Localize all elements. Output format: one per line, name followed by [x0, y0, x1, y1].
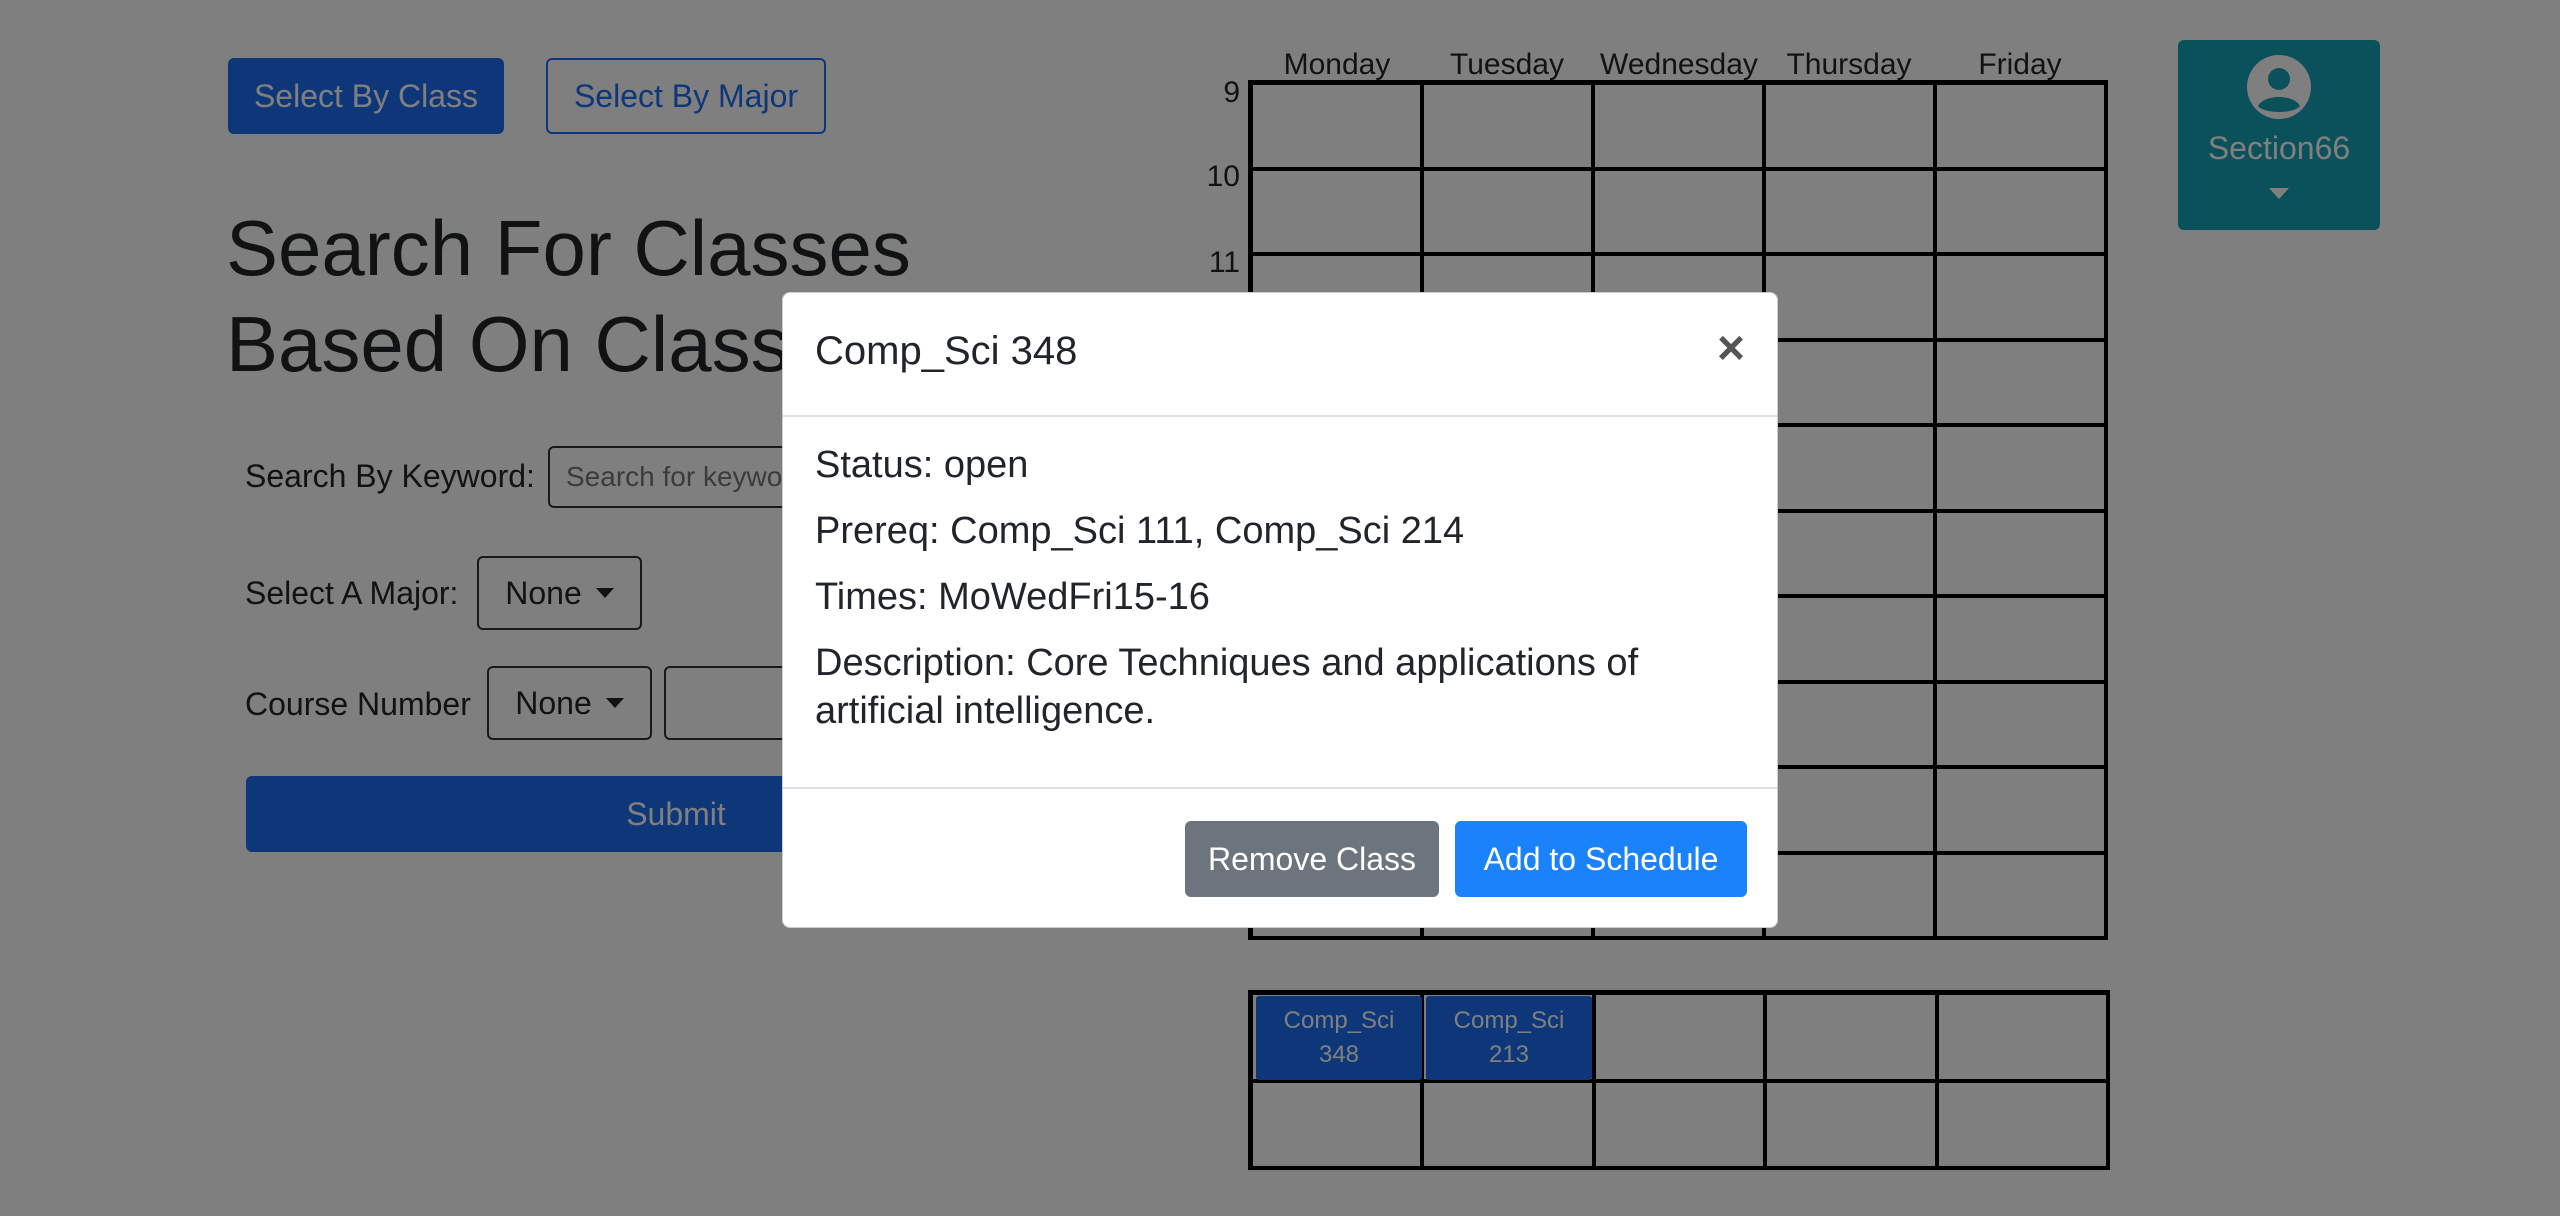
- class-description: Description: Core Techniques and applica…: [815, 642, 1639, 732]
- modal-header: Comp_Sci 348 ×: [783, 293, 1777, 417]
- add-to-schedule-button[interactable]: Add to Schedule: [1455, 821, 1747, 897]
- class-times: Times: MoWedFri15-16: [815, 576, 1210, 618]
- modal-body: Status: open Prereq: Comp_Sci 111, Comp_…: [815, 441, 1745, 753]
- class-prereq: Prereq: Comp_Sci 111, Comp_Sci 214: [815, 510, 1465, 552]
- modal-title: Comp_Sci 348: [815, 329, 1078, 373]
- class-status: Status: open: [815, 444, 1029, 486]
- class-details-modal: Comp_Sci 348 × Status: open Prereq: Comp…: [782, 292, 1778, 928]
- modal-footer: Remove Class Add to Schedule: [783, 787, 1777, 929]
- remove-class-button[interactable]: Remove Class: [1185, 821, 1439, 897]
- close-icon[interactable]: ×: [1717, 321, 1745, 376]
